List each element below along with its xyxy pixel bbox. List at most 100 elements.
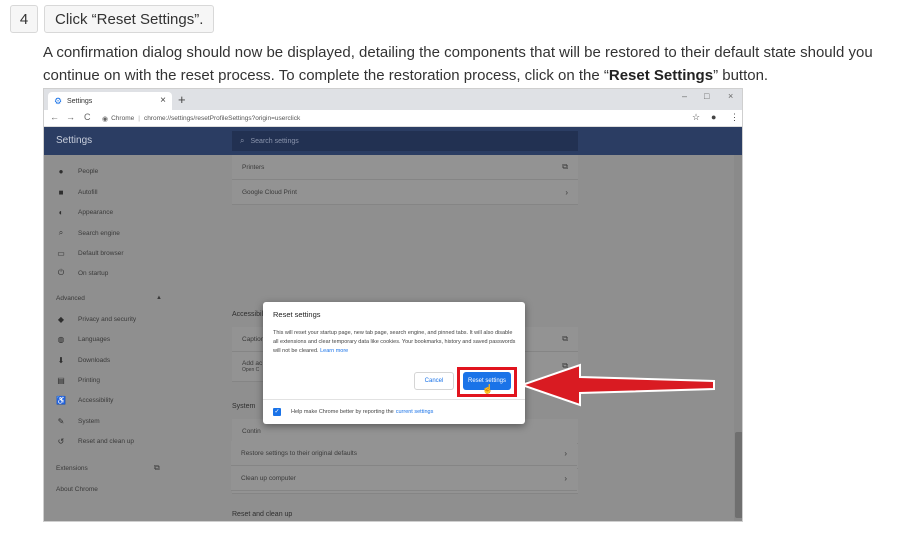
heading-reset: Reset and clean up [232,511,293,518]
external-link-icon[interactable]: ⧉ [154,463,160,473]
row-sublabel: Open C [242,367,260,373]
sidebar-label: Languages [78,335,111,343]
tab-title: Settings [67,97,93,105]
external-link-icon: ⧉ [562,476,568,485]
menu-kebab-icon[interactable]: ⋮ [730,112,739,123]
maximize-icon[interactable]: □ [704,91,709,101]
site-chip: Chrome [111,115,135,122]
sidebar-label: Privacy and security [78,315,137,323]
sidebar-item-autofill[interactable]: ■ Autofill [56,186,98,198]
address-bar[interactable]: ◉ Chrome | chrome://settings/resetProfil… [102,112,682,125]
bookmark-star-icon[interactable]: ☆ [692,112,700,123]
back-icon[interactable]: ← [50,112,59,122]
accessibility-icon: ♿ [56,395,66,405]
settings-title: Settings [56,135,93,146]
autofill-icon: ■ [58,187,64,197]
row-google-cloud-print[interactable]: Google Cloud Print › [232,180,578,205]
current-settings-link[interactable]: current settings [396,409,434,415]
url-separator: | [138,115,140,122]
new-tab-button[interactable]: + [178,92,186,107]
cancel-button[interactable]: Cancel [414,372,454,390]
row-label: Use ha [242,452,263,460]
row-label: Google Cloud Print [242,188,297,196]
sidebar-item-default-browser[interactable]: ▭ Default browser [56,247,124,259]
step-title: Click “Reset Settings”. [44,5,215,33]
sidebar-item-appearance[interactable]: ◐ Appearance [56,206,113,218]
minimize-icon[interactable]: – [682,91,687,101]
reload-icon[interactable]: C [84,112,91,122]
step-number: 4 [10,5,38,33]
sidebar-label: Autofill [78,188,98,196]
url-text: chrome://settings/resetProfileSettings?o… [143,115,301,122]
palette-icon: ◐ [58,207,64,217]
tab-settings[interactable]: ⚙ Settings × [48,92,172,110]
sidebar-label: Printing [78,376,101,384]
search-icon: ⌕ [240,136,245,145]
sidebar-label: Appearance [78,208,114,216]
forward-icon[interactable]: → [66,112,75,122]
instruction-text: A confirmation dialog should now be disp… [43,42,893,87]
chevron-up-icon[interactable]: ▲ [156,295,162,301]
gear-icon: ⚙ [54,95,63,106]
browser-screenshot: ⚙ Settings × + – □ × ← → C ◉ Chrome | ch… [43,88,743,522]
sidebar-label: Default browser [78,249,124,257]
search-settings-input[interactable]: ⌕ Search settings [232,131,578,151]
external-link-icon: ⧉ [562,334,568,343]
browser-icon: ▭ [57,248,65,258]
chrome-logo-icon: ◉ [102,115,109,123]
row-proxy-settings[interactable]: Open your computer's proxy settings ⧉ [232,469,578,494]
sidebar-item-downloads[interactable]: ⬇ Downloads [56,354,111,366]
sidebar-item-printing[interactable]: ▤ Printing [56,374,100,386]
sidebar-item-reset[interactable]: ↺ Reset and clean up [56,435,134,447]
row-label: Contin [242,427,261,435]
learn-more-link[interactable]: Learn more [320,348,348,354]
instruction-part2: ” button. [713,66,769,84]
row-printers[interactable]: Printers ⧉ [232,155,578,180]
dialog-body: This will reset your startup page, new t… [273,329,517,356]
settings-header: Settings ⌕ Search settings [44,127,742,155]
heading-system: System [232,403,256,410]
person-icon: ● [58,166,64,176]
row-hardware-acceleration[interactable]: Use ha [232,444,578,469]
sidebar-item-languages[interactable]: ◍ Languages [56,333,111,345]
sidebar-label: Reset and clean up [78,437,135,445]
profile-icon[interactable]: ● [711,112,716,122]
sidebar-advanced[interactable]: Advanced [56,295,85,302]
close-window-icon[interactable]: × [728,91,733,101]
sidebar-item-privacy[interactable]: ◆ Privacy and security [56,313,136,325]
sidebar-label: Downloads [78,356,111,364]
browser-toolbar: ← → C ◉ Chrome | chrome://settings/reset… [44,110,742,127]
sidebar-label: System [78,417,100,425]
row-label: Add ac [242,360,263,367]
sidebar-label: On startup [78,269,109,277]
download-icon: ⬇ [57,355,65,365]
scrollbar-thumb[interactable] [735,432,742,518]
hardware-acceleration-toggle[interactable] [553,453,571,463]
external-link-icon: ⧉ [562,162,568,171]
instruction-bold: Reset Settings [608,66,714,84]
sidebar-extensions[interactable]: Extensions [56,465,88,472]
close-tab-icon[interactable]: × [160,95,166,106]
power-icon: ⏻ [57,268,65,277]
sidebar-item-system[interactable]: ✎ System [56,415,100,427]
printer-icon: ▤ [57,375,65,385]
red-arrow-icon [518,363,715,407]
sidebar-item-accessibility[interactable]: ♿ Accessibility [56,394,113,406]
row-label: Open your computer's proxy settings [242,477,348,485]
dialog-title: Reset settings [273,310,321,319]
dialog-footer: ✓ Help make Chrome better by reporting t… [263,399,525,424]
search-icon: ⌕ [58,228,64,237]
chevron-right-icon: › [565,187,568,197]
sidebar-label: Accessibility [78,396,114,404]
sidebar-item-search-engine[interactable]: ⌕ Search engine [56,227,120,239]
sidebar-item-people[interactable]: ● People [56,165,99,177]
dialog-body-text: This will reset your startup page, new t… [273,330,516,354]
sidebar-about-chrome[interactable]: About Chrome [56,486,98,493]
sidebar-item-on-startup[interactable]: ⏻ On startup [56,267,109,279]
row-label: Printers [242,163,265,171]
wrench-icon: ✎ [57,416,65,426]
reset-settings-dialog: Reset settings This will reset your star… [263,302,525,424]
checkbox-checked-icon[interactable]: ✓ [273,408,281,416]
footer-text: Help make Chrome better by reporting the [291,409,394,415]
search-placeholder: Search settings [250,137,299,145]
